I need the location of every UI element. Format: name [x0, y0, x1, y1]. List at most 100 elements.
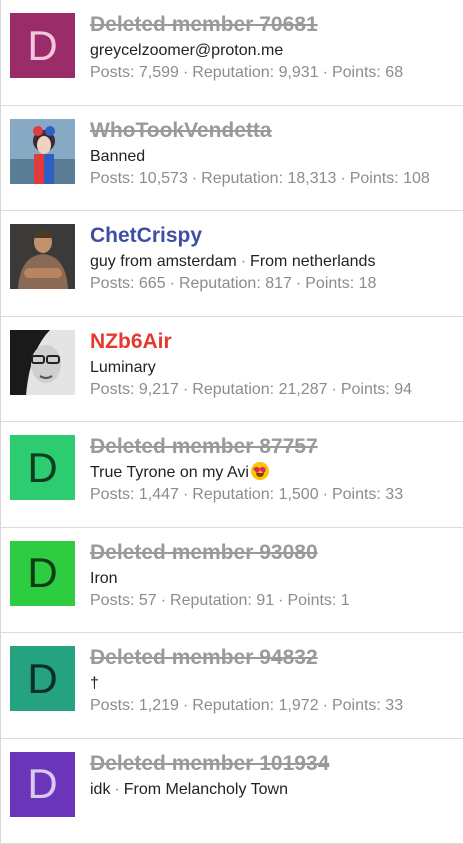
separator: ·: [237, 253, 250, 270]
stat-points: Points: 68: [332, 64, 403, 81]
member-description: Luminary: [90, 357, 463, 378]
description-text: †: [90, 675, 99, 692]
stat-reputation: Reputation: 1,500: [192, 486, 318, 503]
description-text: True Tyrone on my Avi: [90, 464, 249, 481]
stat-reputation: Reputation: 9,931: [192, 64, 318, 81]
member-row: NZb6AirLuminaryPosts: 9,217·Reputation: …: [1, 317, 463, 423]
description-text: idk: [90, 781, 110, 798]
separator: ·: [166, 275, 179, 292]
member-name-link[interactable]: Deleted member 87757: [90, 433, 463, 461]
description-text: Banned: [90, 148, 145, 165]
stat-points: Points: 108: [350, 170, 430, 187]
member-info: Deleted member 87757 True Tyrone on my Av…: [90, 433, 463, 506]
description-text: guy from amsterdam: [90, 253, 237, 270]
member-description: idk·From Melancholy Town: [90, 779, 463, 800]
avatar-man-crossed-arms-photo[interactable]: [10, 224, 75, 289]
member-info: ChetCrispyguy from amsterdam·From nether…: [90, 222, 463, 295]
avatar-woman-glasses-bw-photo[interactable]: [10, 330, 75, 395]
member-description: True Tyrone on my Avi: [90, 462, 463, 483]
separator: ·: [319, 486, 332, 503]
separator: ·: [319, 64, 332, 81]
stat-reputation: Reputation: 817: [179, 275, 292, 292]
member-stats: Posts: 57·Reputation: 91·Points: 1: [90, 590, 463, 612]
member-description: Iron: [90, 568, 463, 589]
avatar-letter: D: [27, 447, 57, 489]
member-stats: Posts: 10,573·Reputation: 18,313·Points:…: [90, 168, 463, 190]
stat-reputation: Reputation: 91: [170, 592, 274, 609]
member-name-link[interactable]: NZb6Air: [90, 328, 463, 356]
stat-posts: Posts: 665: [90, 275, 166, 292]
member-stats: Posts: 1,447·Reputation: 1,500·Points: 3…: [90, 484, 463, 506]
member-name-link[interactable]: Deleted member 101934: [90, 750, 463, 778]
avatar-letter: D: [27, 658, 57, 700]
member-info: Deleted member 94832†Posts: 1,219·Reputa…: [90, 644, 463, 717]
member-description: greycelzoomer@proton.me: [90, 40, 463, 61]
member-row: ChetCrispyguy from amsterdam·From nether…: [1, 211, 463, 317]
member-info: NZb6AirLuminaryPosts: 9,217·Reputation: …: [90, 328, 463, 401]
member-description: guy from amsterdam·From netherlands: [90, 251, 463, 272]
stat-posts: Posts: 9,217: [90, 381, 179, 398]
member-row: DDeleted member 93080IronPosts: 57·Reput…: [1, 528, 463, 634]
member-name-link[interactable]: Deleted member 70681: [90, 11, 463, 39]
stat-posts: Posts: 10,573: [90, 170, 188, 187]
member-info: Deleted member 70681 greycelzoomer@proton…: [90, 11, 463, 84]
separator: ·: [157, 592, 170, 609]
separator: ·: [319, 697, 332, 714]
member-name-link[interactable]: Deleted member 94832: [90, 644, 463, 672]
member-name-link[interactable]: ChetCrispy: [90, 222, 463, 250]
stat-posts: Posts: 57: [90, 592, 157, 609]
stat-points: Points: 18: [305, 275, 376, 292]
stat-points: Points: 94: [341, 381, 412, 398]
description-text: Iron: [90, 570, 118, 587]
avatar-letter: D: [27, 763, 57, 805]
member-row: D Deleted member 70681 greycelzoomer@proto…: [1, 0, 463, 106]
separator: ·: [179, 697, 192, 714]
member-stats: Posts: 7,599·Reputation: 9,931·Points: 6…: [90, 62, 463, 84]
member-stats: Posts: 1,219·Reputation: 1,972·Points: 3…: [90, 695, 463, 717]
avatar[interactable]: D: [10, 646, 75, 711]
member-row: DDeleted member 94832†Posts: 1,219·Reput…: [1, 633, 463, 739]
separator: ·: [336, 170, 349, 187]
stat-points: Points: 33: [332, 486, 403, 503]
stat-points: Points: 33: [332, 697, 403, 714]
separator: ·: [179, 64, 192, 81]
member-name-link[interactable]: WhoTookVendetta: [90, 117, 463, 145]
avatar-letter: D: [27, 25, 57, 67]
member-row: D Deleted member 87757 True Tyrone on my A…: [1, 422, 463, 528]
stat-posts: Posts: 1,219: [90, 697, 179, 714]
description-text: From netherlands: [250, 253, 375, 270]
separator: ·: [274, 592, 287, 609]
member-description: †: [90, 673, 463, 694]
avatar[interactable]: D: [10, 13, 75, 78]
heart-eyes-emoji: [251, 462, 269, 480]
member-stats: Posts: 665·Reputation: 817·Points: 18: [90, 273, 463, 295]
separator: ·: [292, 275, 305, 292]
avatar-clown-woman-photo[interactable]: [10, 119, 75, 184]
separator: ·: [110, 781, 123, 798]
stat-reputation: Reputation: 18,313: [201, 170, 336, 187]
description-text: From Melancholy Town: [124, 781, 288, 798]
avatar[interactable]: D: [10, 541, 75, 606]
stat-posts: Posts: 1,447: [90, 486, 179, 503]
description-text: Luminary: [90, 359, 156, 376]
member-list: D Deleted member 70681 greycelzoomer@proto…: [0, 0, 463, 844]
stat-reputation: Reputation: 21,287: [192, 381, 327, 398]
description-text: greycelzoomer@proton.me: [90, 42, 283, 59]
member-info: Deleted member 93080IronPosts: 57·Reputa…: [90, 539, 463, 612]
separator: ·: [328, 381, 341, 398]
member-name-link[interactable]: Deleted member 93080: [90, 539, 463, 567]
avatar[interactable]: D: [10, 752, 75, 817]
member-description: Banned: [90, 146, 463, 167]
member-row: DDeleted member 101934idk·From Melanchol…: [1, 739, 463, 844]
separator: ·: [179, 381, 192, 398]
member-info: WhoTookVendettaBannedPosts: 10,573·Reput…: [90, 117, 463, 190]
member-row: WhoTookVendettaBannedPosts: 10,573·Reput…: [1, 106, 463, 212]
stat-posts: Posts: 7,599: [90, 64, 179, 81]
avatar-letter: D: [27, 552, 57, 594]
separator: ·: [188, 170, 201, 187]
avatar[interactable]: D: [10, 435, 75, 500]
member-stats: Posts: 9,217·Reputation: 21,287·Points: …: [90, 379, 463, 401]
stat-reputation: Reputation: 1,972: [192, 697, 318, 714]
stat-points: Points: 1: [287, 592, 349, 609]
separator: ·: [179, 486, 192, 503]
